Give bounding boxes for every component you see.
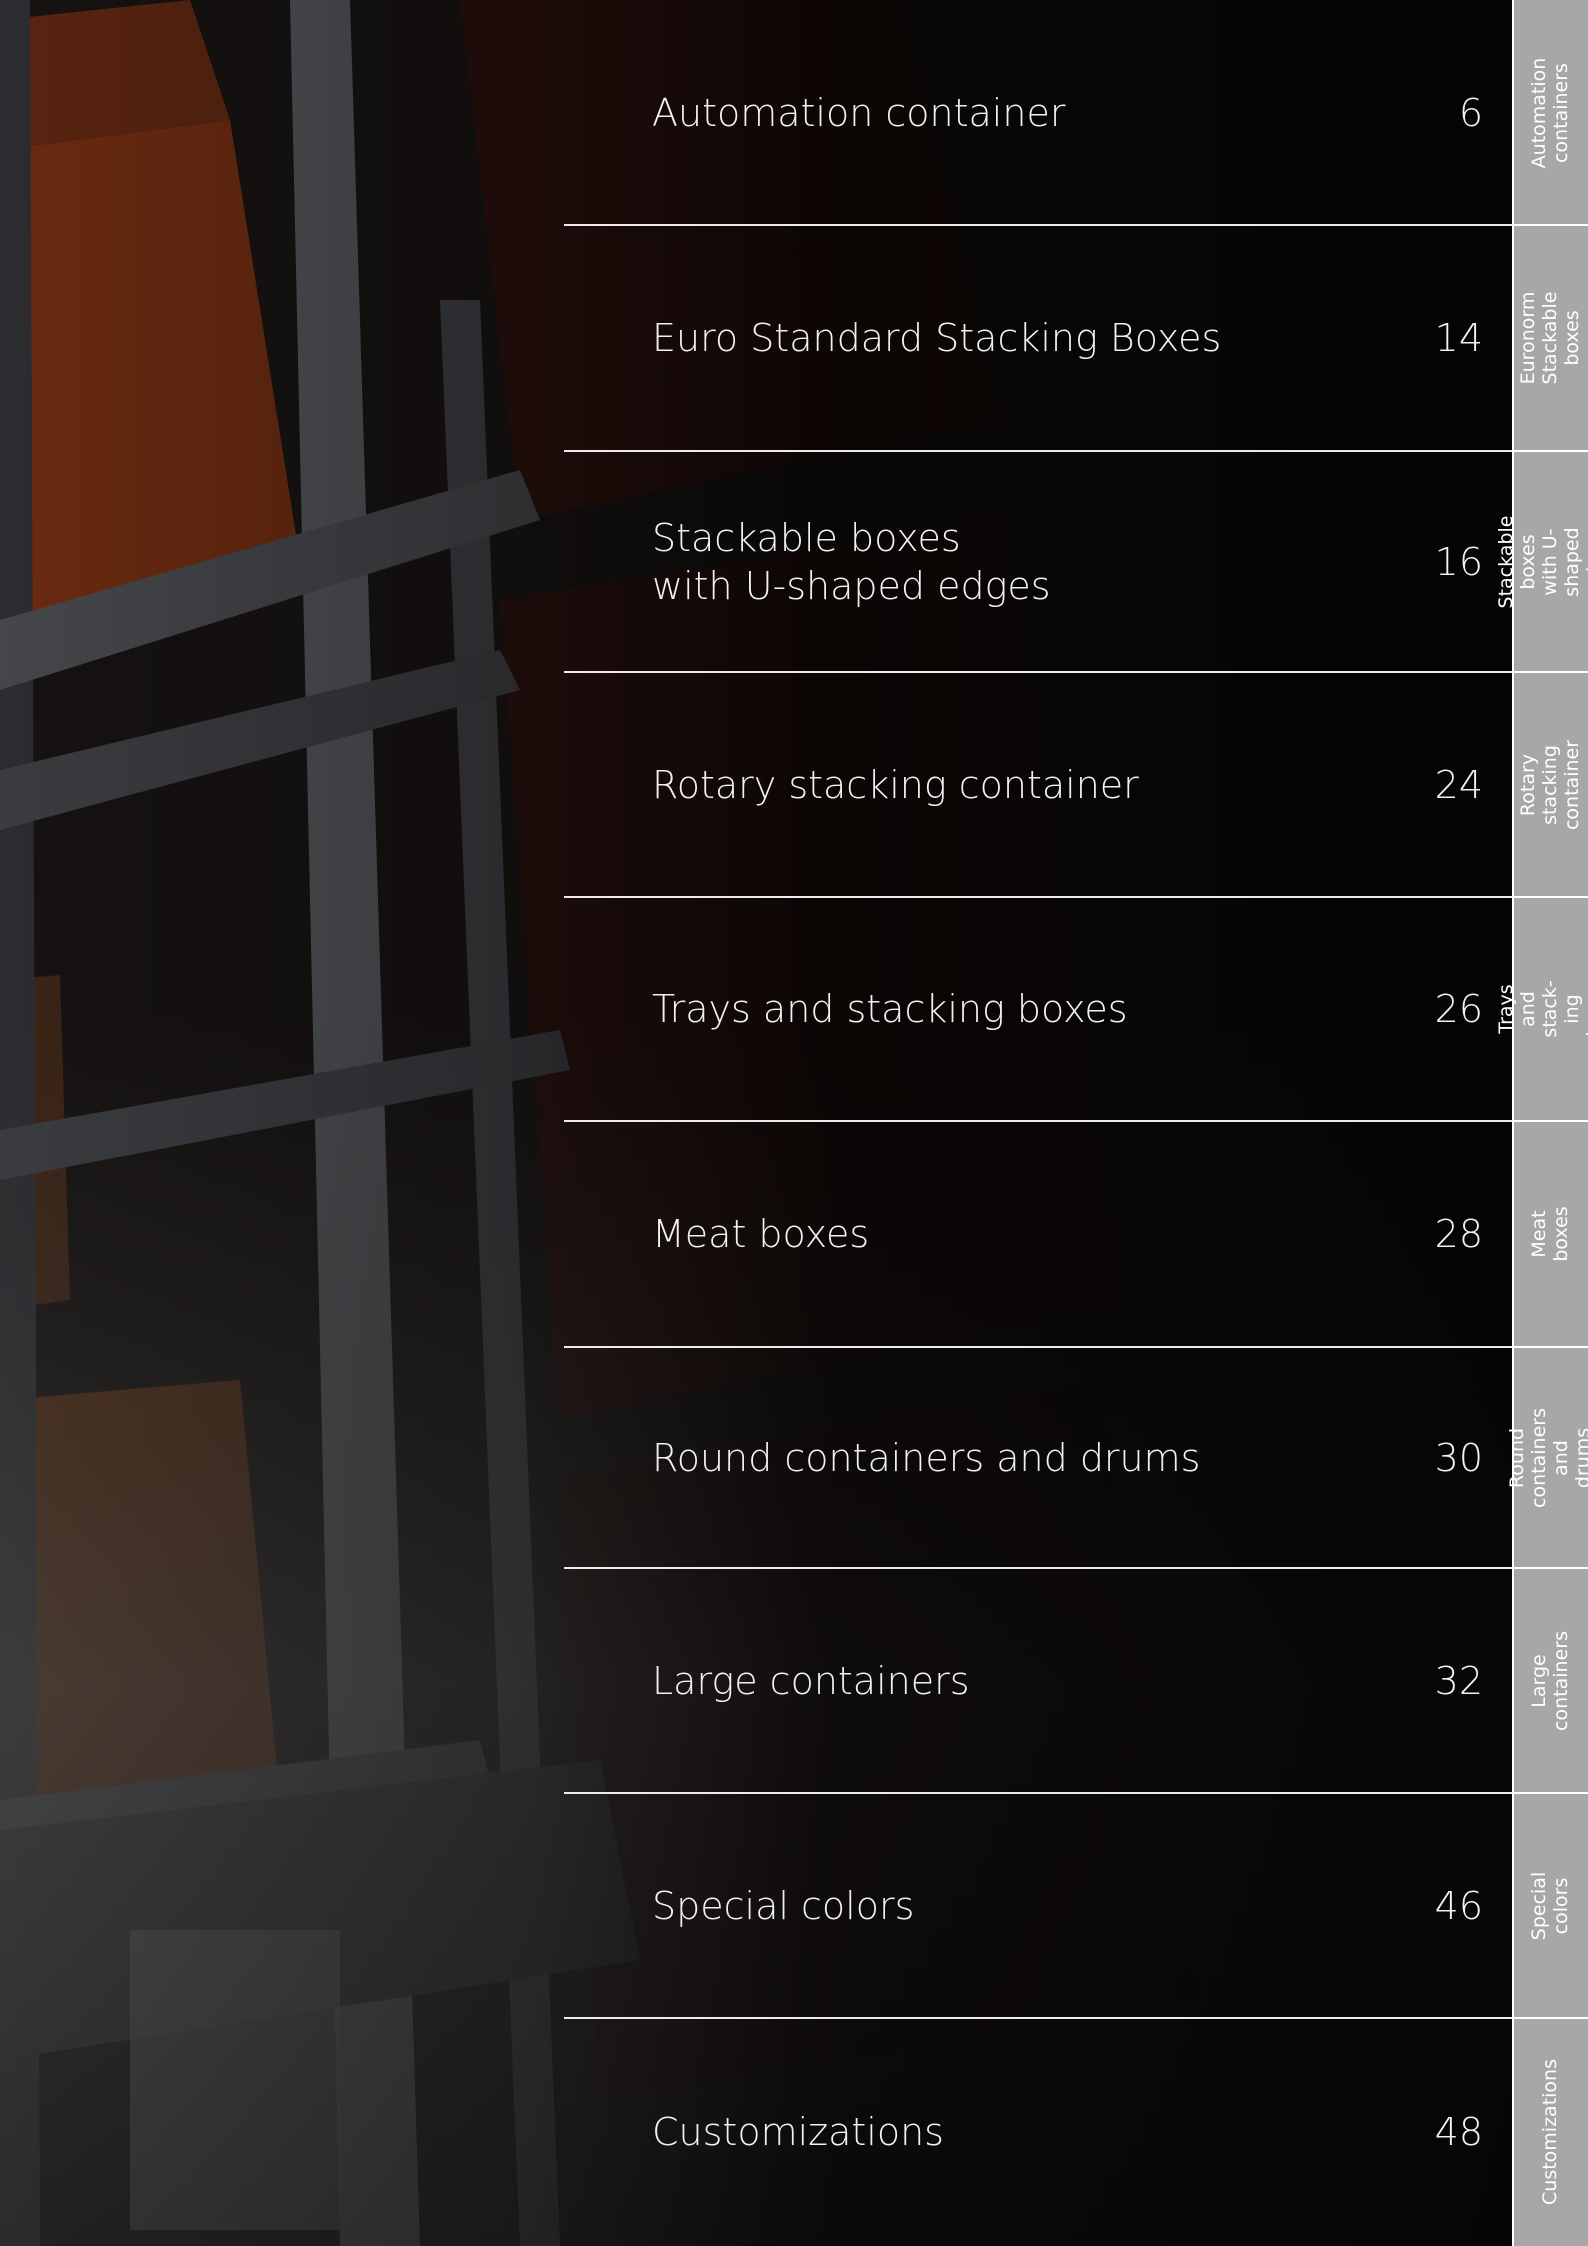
tab-separator xyxy=(1512,1792,1588,1794)
toc-divider xyxy=(564,1792,1512,1794)
toc-entry-page-number: 14 xyxy=(1434,316,1483,360)
chapter-tab-label: Trays and stack- ing boxes xyxy=(1495,980,1588,1038)
toc-divider xyxy=(564,1120,1512,1122)
toc-entry-euro-standard-stacking-boxes[interactable]: Euro Standard Stacking Boxes 14 xyxy=(564,225,1512,451)
chapter-tab-automation-containers[interactable]: Automation containers xyxy=(1512,0,1588,225)
toc-entry-page-number: 32 xyxy=(1434,1658,1483,1703)
toc-entry-trays-and-stacking-boxes[interactable]: Trays and stacking boxes 26 xyxy=(564,897,1512,1121)
chapter-tab-large-containers[interactable]: Large containers xyxy=(1512,1568,1588,1793)
tab-separator xyxy=(1512,2017,1588,2019)
chapter-tab-label: Large containers xyxy=(1528,1630,1572,1731)
tab-separator xyxy=(1512,671,1588,673)
toc-entry-page-number: 26 xyxy=(1434,987,1483,1031)
toc-entry-title: Special colors xyxy=(652,1883,915,1928)
table-of-contents: Automation container 6 Euro Standard Stack… xyxy=(564,0,1512,2246)
toc-divider xyxy=(564,450,1512,452)
chapter-tab-meat-boxes[interactable]: Meat boxes xyxy=(1512,1121,1588,1347)
toc-entry-title: Large containers xyxy=(652,1658,970,1703)
toc-entry-title: Round containers and drums xyxy=(652,1435,1201,1480)
toc-entry-special-colors[interactable]: Special colors 46 xyxy=(564,1793,1512,2018)
toc-divider xyxy=(564,896,1512,898)
toc-entry-page-number: 16 xyxy=(1434,539,1483,584)
toc-entry-title: Stackable boxes with U-shaped edges xyxy=(652,515,1051,608)
toc-entry-customizations[interactable]: Customizations 48 xyxy=(564,2018,1512,2246)
chapter-tab-trays-and-stack-ing-boxes[interactable]: Trays and stack- ing boxes xyxy=(1495,897,1588,1121)
toc-entry-stackable-boxes-with-u-shaped-edges[interactable]: Stackable boxes with U-shaped edges 16 xyxy=(564,451,1512,672)
toc-entry-page-number: 28 xyxy=(1434,1212,1483,1256)
chapter-tab-euronorm-stackable-boxes[interactable]: Euronorm Stackable boxes xyxy=(1512,225,1588,451)
chapter-tab-rotary-stacking-container[interactable]: Rotary stacking container xyxy=(1512,672,1588,897)
toc-divider xyxy=(564,1346,1512,1348)
chapter-tab-label: Euronorm Stackable boxes xyxy=(1517,291,1583,385)
chapter-tab-special-colors[interactable]: Special colors xyxy=(1512,1793,1588,2018)
tab-separator xyxy=(1512,896,1588,898)
chapter-tab-strip: Automation containers Euronorm Stackable … xyxy=(1495,0,1588,2246)
toc-entry-page-number: 48 xyxy=(1434,2110,1483,2154)
toc-entry-round-containers-and-drums[interactable]: Round containers and drums 30 xyxy=(564,1347,1512,1568)
toc-divider xyxy=(564,2017,1512,2019)
toc-divider xyxy=(564,671,1512,673)
toc-entry-automation-container[interactable]: Automation container 6 xyxy=(564,0,1512,225)
tab-separator xyxy=(1512,1346,1588,1348)
toc-entry-page-number: 24 xyxy=(1434,762,1483,807)
toc-entry-title: Trays and stacking boxes xyxy=(652,987,1128,1031)
chapter-tab-label: Customizations xyxy=(1539,2059,1561,2205)
toc-entry-title: Euro Standard Stacking Boxes xyxy=(652,316,1222,360)
tab-separator xyxy=(1512,450,1588,452)
toc-entry-rotary-stacking-container[interactable]: Rotary stacking container 24 xyxy=(564,672,1512,897)
chapter-tab-stackable-boxes-with-u-shaped-edges[interactable]: Stackable boxes with U-shaped edges xyxy=(1495,451,1588,672)
chapter-tab-label: Automation containers xyxy=(1528,57,1572,168)
chapter-tab-label: Round containers and drums xyxy=(1506,1407,1588,1508)
toc-entry-title: Meat boxes xyxy=(652,1212,870,1256)
chapter-tab-round-containers-and-drums[interactable]: Round containers and drums xyxy=(1506,1347,1588,1568)
toc-entry-title: Automation container xyxy=(652,90,1066,135)
toc-entry-title: Rotary stacking container xyxy=(652,762,1139,807)
chapter-tab-label: Special colors xyxy=(1528,1871,1572,1940)
tab-separator xyxy=(1512,224,1588,226)
tab-separator xyxy=(1512,1567,1588,1569)
toc-entry-meat-boxes[interactable]: Meat boxes 28 xyxy=(564,1121,1512,1347)
chapter-tab-label: Stackable boxes with U-shaped edges xyxy=(1495,515,1588,608)
tab-separator xyxy=(1512,1120,1588,1122)
chapter-tab-customizations[interactable]: Customizations xyxy=(1512,2018,1588,2246)
toc-entry-page-number: 6 xyxy=(1458,90,1483,135)
toc-divider xyxy=(564,224,1512,226)
toc-entry-title: Customizations xyxy=(652,2110,944,2154)
chapter-tab-label: Meat boxes xyxy=(1528,1206,1572,1262)
toc-entry-page-number: 30 xyxy=(1434,1435,1483,1480)
toc-divider xyxy=(564,1567,1512,1569)
toc-entry-page-number: 46 xyxy=(1434,1883,1483,1928)
chapter-tab-label: Rotary stacking container xyxy=(1517,739,1583,830)
toc-entry-large-containers[interactable]: Large containers 32 xyxy=(564,1568,1512,1793)
